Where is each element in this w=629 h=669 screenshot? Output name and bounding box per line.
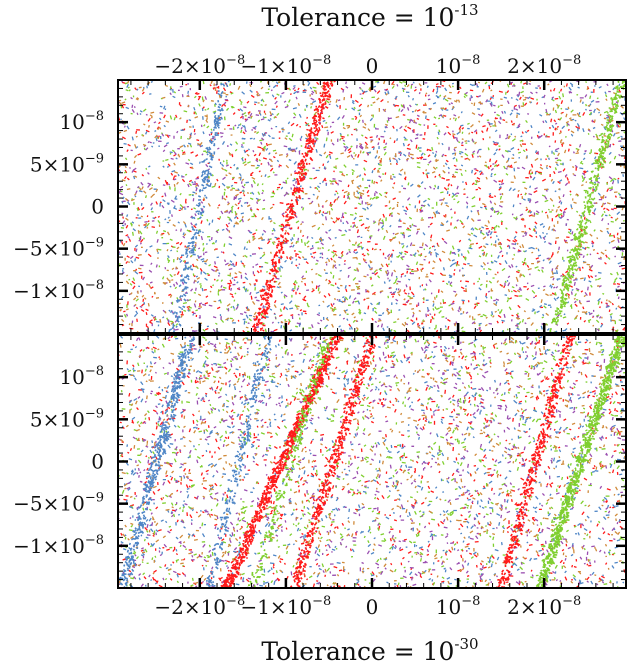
bottom-x-tick-label-2: 0 — [366, 595, 379, 619]
bottom-x-tick-label-4: 2×10−8 — [507, 594, 581, 619]
top-panel-title-exponent: -13 — [454, 1, 478, 19]
bottom-x-tick-label-3: 10−8 — [436, 594, 481, 619]
bottom-panel-frame — [117, 334, 627, 589]
top-scatter-panel: −2×10−8−1×10−8 0 10−8 2×10−810−85×10−90−5×1… — [13, 53, 627, 334]
top-x-tick-label-2: 0 — [366, 54, 379, 78]
top-scatter-points — [118, 80, 626, 333]
top-x-tick-label-1: −1×10−8 — [240, 53, 331, 78]
bottom-y-tick-label-4: −1×10−8 — [13, 533, 104, 558]
top-x-tick-label-3: 10−8 — [436, 53, 481, 78]
top-x-tick-label-4: 2×10−8 — [507, 53, 581, 78]
bottom-x-tick-label-1: −1×10−8 — [240, 594, 331, 619]
top-panel-title-text: Tolerance = 10 — [261, 3, 454, 32]
bottom-scatter-points — [118, 335, 626, 588]
top-y-tick-label-4: −1×10−8 — [13, 278, 104, 303]
bottom-panel-title: Tolerance = 10-30 — [261, 635, 478, 666]
top-y-tick-label-0: 10−8 — [59, 109, 104, 134]
top-x-tick-label-0: −2×10−8 — [154, 53, 245, 78]
top-stripe-2 — [167, 80, 230, 333]
top-y-tick-label-2: 0 — [91, 195, 104, 219]
bottom-y-tick-label-3: −5×10−9 — [13, 491, 104, 516]
bottom-y-tick-label-0: 10−8 — [59, 364, 104, 389]
chart-figure: Tolerance = 10-13 −2×10−8−1×10−8 0 10−8 2×1… — [13, 1, 627, 666]
bottom-scatter-panel: −2×10−8−1×10−8 0 10−8 2×10−810−85×10−90−5×1… — [13, 334, 627, 619]
bottom-panel-title-exponent: -30 — [454, 635, 478, 653]
bottom-y-tick-label-1: 5×10−9 — [30, 406, 104, 431]
bottom-panel-title-text: Tolerance = 10 — [261, 637, 454, 666]
bottom-x-tick-label-0: −2×10−8 — [154, 594, 245, 619]
top-y-tick-label-1: 5×10−9 — [30, 151, 104, 176]
bottom-y-tick-label-2: 0 — [91, 450, 104, 474]
top-noise-series-1 — [118, 80, 626, 333]
bottom-noise-series-3 — [118, 335, 626, 588]
top-y-tick-label-3: −5×10−9 — [13, 236, 104, 261]
top-panel-title: Tolerance = 10-13 — [261, 1, 478, 32]
